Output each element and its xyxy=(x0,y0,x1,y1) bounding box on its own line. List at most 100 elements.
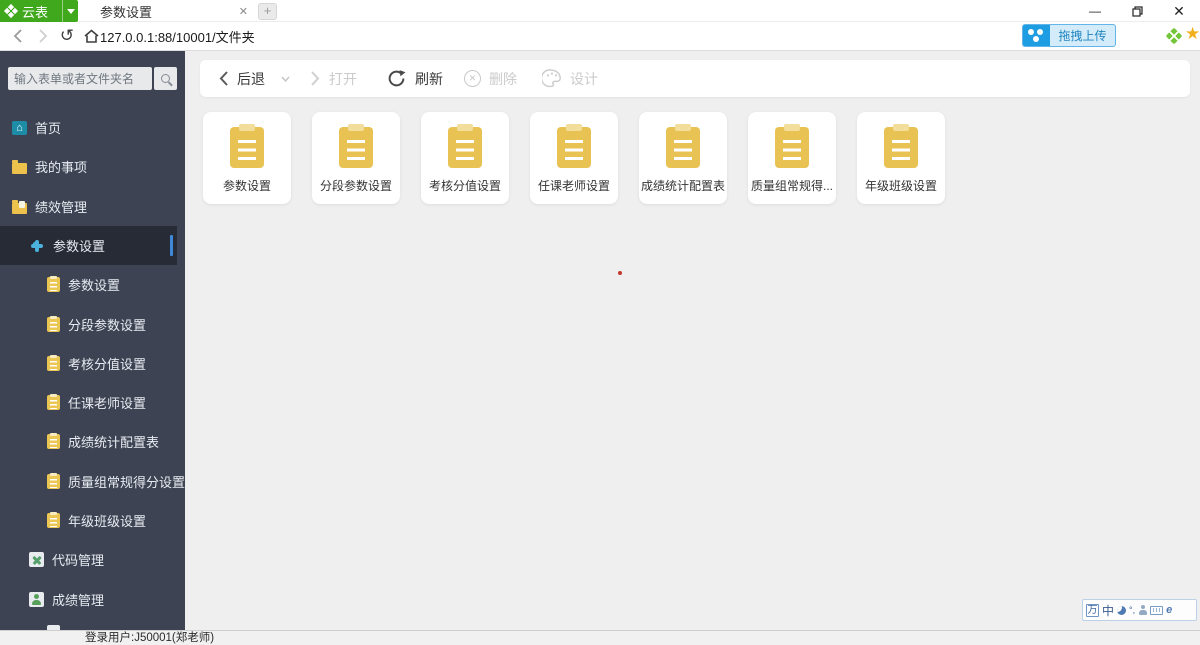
clipboard-icon xyxy=(47,434,60,449)
nav-home-button[interactable] xyxy=(80,22,102,50)
clipboard-icon xyxy=(47,317,60,332)
sidebar: ⌂ 首页 我的事项 绩效管理 参数设置 参数设置 分段参数设置 考核分值设置 任… xyxy=(0,51,185,630)
ime-punctuation-button[interactable]: °, xyxy=(1129,605,1135,615)
folder-document-icon xyxy=(12,203,27,214)
chevron-right-icon xyxy=(310,70,321,87)
file-card-label: 年级班级设置 xyxy=(857,177,945,194)
sidebar-item-label: 绩效管理 xyxy=(35,197,87,216)
window-controls: — ✕ xyxy=(1074,0,1200,22)
sidebar-item-home[interactable]: ⌂ 首页 xyxy=(12,108,61,147)
chevron-left-icon xyxy=(12,28,23,44)
app-logo-button[interactable]: 云表 xyxy=(0,0,78,22)
sidebar-item-score-statistics-table[interactable]: 成绩统计配置表 xyxy=(47,422,159,461)
sidebar-item-segment-parameter-settings[interactable]: 分段参数设置 xyxy=(47,305,146,344)
file-card-segment-parameter-settings[interactable]: 分段参数设置 xyxy=(312,112,400,204)
statusbar: 登录用户:J50001(郑老师) xyxy=(0,630,1200,645)
app-menu-button[interactable] xyxy=(62,0,78,22)
nav-forward-button[interactable] xyxy=(32,22,54,50)
drag-upload-label: 拖拽上传 xyxy=(1050,25,1115,46)
sidebar-item-label: 成绩管理 xyxy=(52,590,104,609)
toolbar-delete-button[interactable]: ✕ 删除 xyxy=(464,60,517,97)
sidebar-item-score-mgmt[interactable]: 成绩管理 xyxy=(29,580,104,619)
file-card-score-statistics-table[interactable]: 成绩统计配置表 xyxy=(639,112,727,204)
minimize-button[interactable]: — xyxy=(1074,0,1116,22)
selected-indicator-bar xyxy=(170,235,173,256)
login-user-text: 登录用户:J50001(郑老师) xyxy=(85,631,214,645)
sidebar-item-label: 代码管理 xyxy=(52,550,104,569)
restore-button[interactable] xyxy=(1116,0,1158,22)
file-card-parameter-settings[interactable]: 参数设置 xyxy=(203,112,291,204)
sidebar-item-assessment-score-settings[interactable]: 考核分值设置 xyxy=(47,344,146,383)
address-url[interactable]: 127.0.0.1:88/10001/文件夹 xyxy=(100,22,255,50)
moon-icon[interactable] xyxy=(1117,606,1126,615)
sidebar-item-label: 分段参数设置 xyxy=(68,315,146,334)
navbar: ↺ 127.0.0.1:88/10001/文件夹 拖拽上传 ★ xyxy=(0,22,1200,51)
file-card-assessment-score-settings[interactable]: 考核分值设置 xyxy=(421,112,509,204)
keyboard-icon[interactable] xyxy=(1150,606,1163,615)
red-dot xyxy=(618,271,622,275)
delete-circle-icon: ✕ xyxy=(464,70,481,87)
clipboard-icon xyxy=(230,127,264,168)
file-card-label: 成绩统计配置表 xyxy=(639,177,727,194)
sidebar-item-label: 我的事项 xyxy=(35,157,87,176)
tab-title: 参数设置 xyxy=(100,2,152,21)
clipboard-icon xyxy=(47,277,60,292)
file-card-grade-class-settings[interactable]: 年级班级设置 xyxy=(857,112,945,204)
favorite-star-icon[interactable]: ★ xyxy=(1185,24,1200,44)
toolbar-back-button[interactable]: 后退 xyxy=(218,60,290,97)
tab-parameter-settings[interactable]: 参数设置 ✕ xyxy=(86,0,254,22)
sidebar-item-performance-mgmt[interactable]: 绩效管理 xyxy=(12,187,87,226)
clipboard-icon xyxy=(339,127,373,168)
sidebar-item-my-items[interactable]: 我的事项 xyxy=(12,147,87,186)
new-tab-button[interactable]: + xyxy=(258,3,277,20)
clipboard-icon xyxy=(775,127,809,168)
clipboard-icon xyxy=(47,395,60,410)
restore-icon xyxy=(1132,6,1143,17)
file-card-label: 分段参数设置 xyxy=(312,177,400,194)
sidebar-item-quality-group-score-settings[interactable]: 质量组常规得分设置 xyxy=(47,462,185,501)
yunbiao-diamond-icon[interactable] xyxy=(1166,28,1183,45)
toolbar-design-button[interactable]: 设计 xyxy=(542,60,598,97)
search-button[interactable] xyxy=(154,67,177,90)
sidebar-item-code-mgmt[interactable]: 代码管理 xyxy=(29,540,104,579)
toolbar-design-label: 设计 xyxy=(570,69,598,89)
toolbar-refresh-label: 刷新 xyxy=(415,69,443,89)
chevron-down-icon xyxy=(67,9,75,14)
close-button[interactable]: ✕ xyxy=(1158,0,1200,22)
refresh-icon xyxy=(386,68,407,89)
toolbar-refresh-button[interactable]: 刷新 xyxy=(386,60,443,97)
file-card-quality-group-score[interactable]: 质量组常规得... xyxy=(748,112,836,204)
search-input[interactable] xyxy=(8,67,152,90)
sidebar-item-label: 参数设置 xyxy=(68,275,120,294)
ime-wan-button[interactable]: 万 xyxy=(1086,604,1099,617)
sidebar-item-label: 任课老师设置 xyxy=(68,393,146,412)
person-icon xyxy=(29,592,44,607)
sidebar-item-label: 年级班级设置 xyxy=(68,511,146,530)
file-card-label: 质量组常规得... xyxy=(748,177,836,194)
sidebar-item-teacher-settings[interactable]: 任课老师设置 xyxy=(47,383,146,422)
sidebar-item-parameter-settings-selected[interactable]: 参数设置 xyxy=(0,226,177,265)
nav-refresh-button[interactable]: ↺ xyxy=(56,22,78,50)
sidebar-item-parameter-settings[interactable]: 参数设置 xyxy=(47,265,120,304)
toolbar: 后退 打开 刷新 ✕ 删除 设计 xyxy=(200,60,1190,97)
ime-e-icon[interactable]: e xyxy=(1166,604,1172,616)
sidebar-item-label: 考核分值设置 xyxy=(68,354,146,373)
titlebar: 云表 参数设置 ✕ + — ✕ xyxy=(0,0,1200,22)
toolbar-open-button[interactable]: 打开 xyxy=(310,60,357,97)
toolbar-open-label: 打开 xyxy=(329,69,357,89)
tools-icon xyxy=(29,552,44,567)
person-icon[interactable] xyxy=(1138,605,1147,615)
clipboard-icon xyxy=(557,127,591,168)
sidebar-item-grade-class-settings[interactable]: 年级班级设置 xyxy=(47,501,146,540)
ime-chinese-mode-button[interactable]: 中 xyxy=(1102,602,1114,619)
file-card-label: 任课老师设置 xyxy=(530,177,618,194)
file-card-label: 参数设置 xyxy=(203,177,291,194)
tab-close-icon[interactable]: ✕ xyxy=(239,5,248,18)
drag-upload-button[interactable]: 拖拽上传 xyxy=(1022,24,1116,47)
ime-language-bar: 万 中 °, e xyxy=(1082,599,1197,621)
clipboard-icon xyxy=(884,127,918,168)
chevron-down-icon xyxy=(281,76,290,82)
nav-back-button[interactable] xyxy=(6,22,28,50)
file-card-teacher-settings[interactable]: 任课老师设置 xyxy=(530,112,618,204)
cloud-share-icon xyxy=(1023,25,1050,46)
